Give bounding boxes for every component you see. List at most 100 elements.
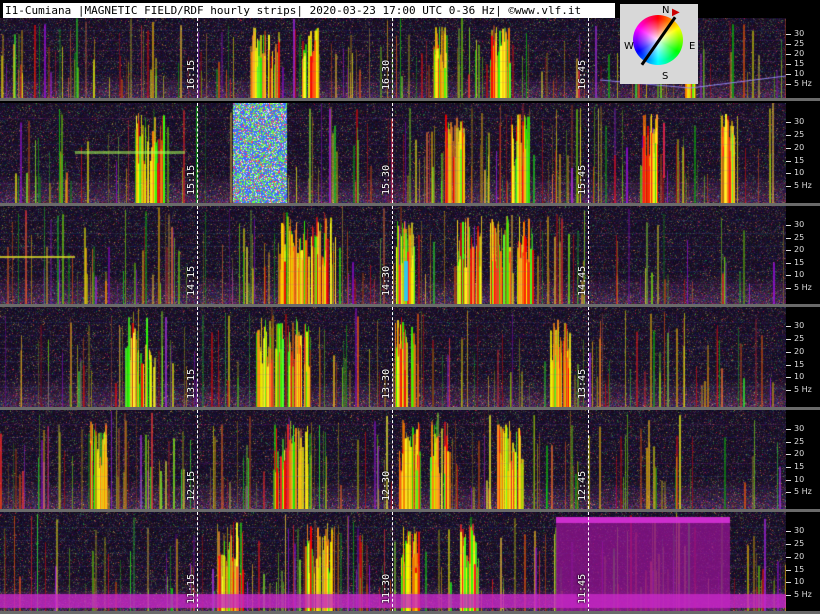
freq-tick	[786, 326, 791, 327]
freq-tick	[786, 557, 791, 558]
time-label-text: 14:45	[577, 265, 588, 296]
freq-tick	[786, 454, 791, 455]
frequency-axis: 30 25 20 15 10 5 Hz	[786, 206, 820, 304]
hourly-strip: 14:15 14:30 14:45	[0, 206, 786, 304]
freq-tick-label: 25	[794, 539, 805, 548]
freq-tick	[786, 122, 791, 123]
freq-tick-label: 25	[794, 334, 805, 343]
freq-tick	[786, 186, 791, 187]
freq-tick	[786, 34, 791, 35]
freq-tick	[786, 135, 791, 136]
time-label-text: 15:30	[381, 164, 392, 195]
freq-tick	[786, 442, 791, 443]
freq-tick-label: 10	[794, 372, 805, 381]
time-label: 13:45	[576, 367, 590, 399]
freq-tick	[786, 54, 791, 55]
freq-tick	[786, 44, 791, 45]
hourly-strip: 13:15 13:30 13:45	[0, 307, 786, 407]
freq-tick	[786, 339, 791, 340]
time-label: 15:30	[380, 163, 394, 195]
freq-tick	[786, 352, 791, 353]
freq-tick-label: 5 Hz	[794, 590, 812, 599]
time-label: 13:30	[380, 367, 394, 399]
freq-tick-label: 20	[794, 49, 805, 58]
freq-tick	[786, 480, 791, 481]
freq-tick	[786, 390, 791, 391]
freq-tick-label: 25	[794, 437, 805, 446]
freq-tick	[786, 250, 791, 251]
strip-separator	[0, 98, 820, 101]
freq-tick-label: 30	[794, 29, 805, 38]
time-label-text: 13:30	[381, 368, 392, 399]
freq-tick-label: 10	[794, 577, 805, 586]
freq-tick-label: 25	[794, 233, 805, 242]
freq-tick-label: 25	[794, 39, 805, 48]
hourly-strip: 11:15 11:30 11:45	[0, 512, 786, 612]
freq-tick-label: 15	[794, 462, 805, 471]
freq-tick-label: 30	[794, 220, 805, 229]
freq-tick	[786, 238, 791, 239]
freq-tick-label: 25	[794, 130, 805, 139]
freq-tick-label: 10	[794, 168, 805, 177]
freq-tick-label: 15	[794, 565, 805, 574]
time-label-text: 12:45	[577, 470, 588, 501]
freq-tick	[786, 595, 791, 596]
compass-east: E	[689, 41, 696, 52]
time-label: 16:30	[380, 58, 394, 90]
time-label: 15:15	[185, 163, 199, 195]
freq-tick	[786, 64, 791, 65]
frequency-axis: 30 25 20 15 10 5 Hz	[786, 103, 820, 203]
freq-tick	[786, 275, 791, 276]
freq-tick	[786, 173, 791, 174]
freq-tick-label: 10	[794, 270, 805, 279]
freq-tick-label: 15	[794, 59, 805, 68]
freq-tick	[786, 288, 791, 289]
freq-tick-label: 15	[794, 156, 805, 165]
time-label: 11:30	[380, 572, 394, 604]
freq-tick	[786, 467, 791, 468]
time-label: 14:15	[185, 264, 199, 296]
freq-tick-label: 5 Hz	[794, 283, 812, 292]
freq-tick-label: 5 Hz	[794, 79, 812, 88]
compass-west: W	[624, 41, 634, 52]
freq-tick	[786, 544, 791, 545]
time-label: 16:45	[576, 58, 590, 90]
time-label-text: 14:30	[381, 265, 392, 296]
freq-tick	[786, 365, 791, 366]
freq-tick-label: 20	[794, 347, 805, 356]
frequency-axis: 30 25 20 15 10 5 Hz	[786, 512, 820, 612]
freq-tick	[786, 225, 791, 226]
compass-north: N	[662, 5, 670, 16]
freq-tick-label: 5 Hz	[794, 385, 812, 394]
freq-tick	[786, 582, 791, 583]
frequency-axis: 30 25 20 15 10 5 Hz	[786, 410, 820, 509]
freq-tick	[786, 74, 791, 75]
time-label: 14:45	[576, 264, 590, 296]
freq-tick	[786, 161, 791, 162]
frequency-axis: 30 25 20 15 10 5 Hz	[786, 307, 820, 407]
time-label-text: 14:15	[186, 265, 197, 296]
time-label: 15:45	[576, 163, 590, 195]
compass-south: S	[662, 71, 669, 82]
freq-tick	[786, 492, 791, 493]
time-label-text: 11:15	[186, 573, 197, 604]
freq-tick	[786, 148, 791, 149]
freq-tick-label: 15	[794, 360, 805, 369]
title-bar: I1-Cumiana |MAGNETIC FIELD/RDF hourly st…	[3, 3, 615, 18]
time-label-text: 11:45	[577, 573, 588, 604]
freq-tick	[786, 429, 791, 430]
freq-tick	[786, 531, 791, 532]
freq-tick-label: 20	[794, 143, 805, 152]
freq-tick-label: 5 Hz	[794, 487, 812, 496]
time-label: 11:45	[576, 572, 590, 604]
time-label: 14:30	[380, 264, 394, 296]
freq-tick-label: 10	[794, 475, 805, 484]
time-label-text: 13:45	[577, 368, 588, 399]
time-label-text: 16:15	[186, 59, 197, 90]
hourly-strip: 12:15 12:30 12:45	[0, 410, 786, 509]
freq-tick-label: 20	[794, 245, 805, 254]
freq-tick	[786, 377, 791, 378]
freq-tick-label: 20	[794, 449, 805, 458]
time-label: 16:15	[185, 58, 199, 90]
time-label: 12:15	[185, 469, 199, 501]
